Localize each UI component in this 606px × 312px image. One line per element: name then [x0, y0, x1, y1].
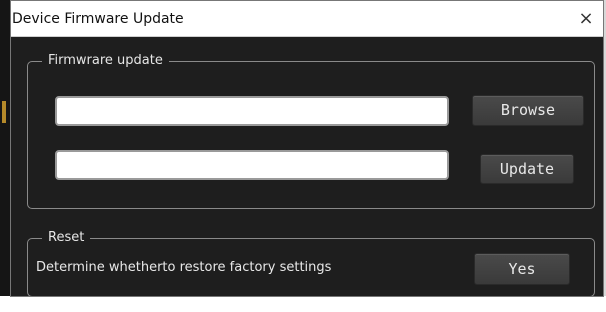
background-app-edge — [0, 0, 10, 312]
background-app-marker — [2, 101, 6, 123]
background-app-footer — [0, 296, 606, 312]
firmware-update-legend: Firmwrare update — [42, 53, 169, 68]
reset-group: Reset Determine whetherto restore factor… — [27, 230, 595, 296]
reset-description: Determine whetherto restore factory sett… — [36, 260, 332, 275]
reset-legend: Reset — [42, 230, 91, 245]
close-icon[interactable]: × — [573, 6, 599, 32]
firmware-update-dialog: Device Firmware Update × Firmwrare updat… — [10, 0, 604, 297]
yes-button[interactable]: Yes — [474, 253, 570, 285]
dialog-title: Device Firmware Update — [12, 11, 184, 27]
dialog-titlebar: Device Firmware Update × — [11, 1, 603, 37]
firmware-path-input[interactable] — [55, 96, 449, 126]
update-status-field[interactable] — [55, 150, 449, 180]
firmware-update-group: Firmwrare update Browse Update — [27, 53, 595, 209]
browse-button[interactable]: Browse — [472, 95, 584, 126]
update-button[interactable]: Update — [480, 154, 574, 184]
